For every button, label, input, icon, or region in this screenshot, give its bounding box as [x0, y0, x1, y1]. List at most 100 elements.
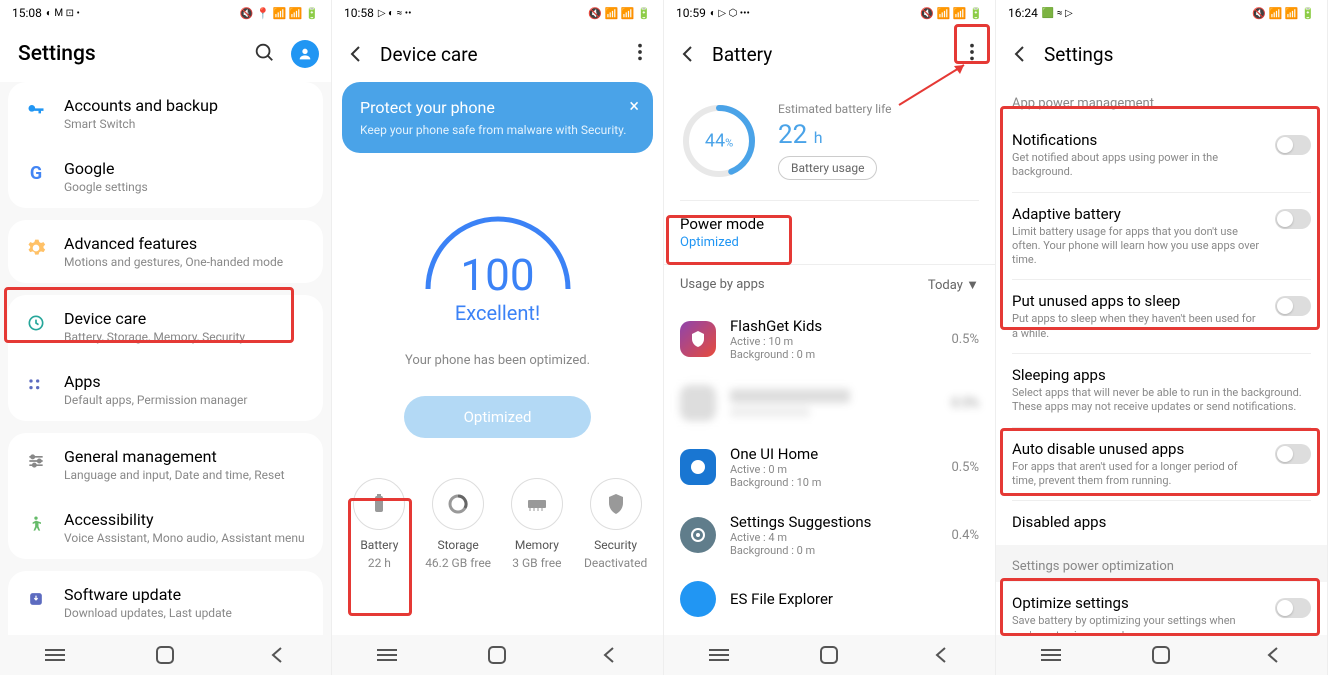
nav-bar	[996, 635, 1327, 675]
optimize-button[interactable]: Optimized	[404, 396, 592, 438]
app-icon	[680, 517, 716, 553]
nav-back[interactable]	[1260, 643, 1284, 667]
app-percent: 0.5%	[951, 396, 979, 411]
toggle-notifications[interactable]	[1275, 135, 1311, 155]
more-icon[interactable]	[629, 41, 651, 67]
nav-back[interactable]	[928, 643, 952, 667]
usage-header: Usage by apps Today ▼	[664, 265, 995, 305]
app-row-esfile[interactable]: ES File Explorer	[664, 569, 995, 629]
setting-disabled-apps[interactable]: Disabled apps	[996, 501, 1327, 545]
tile-memory[interactable]: Memory 3 GB free	[502, 478, 572, 570]
tile-battery[interactable]: Battery 22 h	[344, 478, 414, 570]
app-row-oneui[interactable]: One UI HomeActive : 0 mBackground : 10 m…	[664, 433, 995, 501]
nav-home[interactable]	[153, 643, 177, 667]
memory-icon	[511, 478, 563, 530]
tile-security[interactable]: Security Deactivated	[581, 478, 651, 570]
banner-text: Keep your phone safe from malware with S…	[360, 123, 635, 137]
item-title: Accessibility	[64, 510, 307, 529]
app-row-flashget[interactable]: FlashGet KidsActive : 10 mBackground : 0…	[664, 305, 995, 373]
care-tiles: Battery 22 h Storage 46.2 GB free Memory…	[332, 468, 663, 580]
app-active: Active : 10 m	[730, 335, 937, 348]
row-title: Optimize settings	[1012, 594, 1263, 612]
status-icons-right: 🔇 📶 📶 🔋	[588, 7, 651, 20]
item-title: Google	[64, 159, 307, 178]
page-title: Settings	[18, 42, 253, 66]
toggle-autodisable[interactable]	[1275, 444, 1311, 464]
app-active: Active : 4 m	[730, 531, 937, 544]
score-area: 100 Excellent! Your phone has been optim…	[332, 169, 663, 448]
toggle-optimize[interactable]	[1275, 598, 1311, 618]
status-icons-left: ◐ ▷ ⬡ •••	[710, 8, 750, 19]
app-name: One UI Home	[730, 445, 937, 463]
settings-item-software[interactable]: Software updateDownload updates, Last up…	[8, 571, 323, 634]
search-icon[interactable]	[253, 41, 275, 67]
settings-item-devicecare[interactable]: Device careBattery, Storage, Memory, Sec…	[8, 295, 323, 358]
item-sub: Language and input, Date and time, Reset	[64, 468, 307, 482]
tile-label: Security	[581, 538, 651, 552]
setting-notifications[interactable]: NotificationsGet notified about apps usi…	[996, 119, 1327, 192]
nav-back[interactable]	[264, 643, 288, 667]
setting-autodisable[interactable]: Auto disable unused appsFor apps that ar…	[996, 428, 1327, 501]
nav-home[interactable]	[1149, 643, 1173, 667]
back-button[interactable]	[1008, 42, 1032, 66]
nav-recents[interactable]	[1039, 643, 1063, 667]
tile-value: Deactivated	[581, 556, 651, 570]
page-title: Settings	[1044, 43, 1315, 66]
settings-item-accounts[interactable]: Accounts and backup Smart Switch	[8, 82, 323, 145]
status-bar: 10:59 ◐ ▷ ⬡ ••• 🔇 📶 📶 🔋	[664, 0, 995, 26]
row-sub: Put apps to sleep when they haven't been…	[1012, 312, 1263, 341]
app-active: Active : 0 m	[730, 463, 937, 476]
power-mode-row[interactable]: Power mode Optimized	[664, 201, 995, 265]
power-mode-value: Optimized	[680, 235, 979, 250]
close-icon[interactable]: ×	[629, 96, 639, 117]
app-icon	[680, 449, 716, 485]
toggle-adaptive[interactable]	[1275, 209, 1311, 229]
storage-icon	[432, 478, 484, 530]
tile-value: 22 h	[344, 556, 414, 570]
settings-item-google[interactable]: G GoogleGoogle settings	[8, 145, 323, 208]
update-icon	[24, 587, 48, 611]
tile-storage[interactable]: Storage 46.2 GB free	[423, 478, 493, 570]
score-arc	[408, 199, 588, 289]
back-button[interactable]	[344, 42, 368, 66]
security-banner[interactable]: Protect your phone Keep your phone safe …	[342, 82, 653, 153]
settings-item-apps[interactable]: AppsDefault apps, Permission manager	[8, 358, 323, 421]
setting-sleeping-apps[interactable]: Sleeping appsSelect apps that will never…	[996, 354, 1327, 427]
back-button[interactable]	[676, 42, 700, 66]
app-icon	[680, 321, 716, 357]
screen-battery: 10:59 ◐ ▷ ⬡ ••• 🔇 📶 📶 🔋 Battery 44% Esti…	[664, 0, 996, 675]
status-time: 16:24	[1008, 6, 1038, 20]
app-row-suggestions[interactable]: Settings SuggestionsActive : 4 mBackgrou…	[664, 501, 995, 569]
nav-home[interactable]	[817, 643, 841, 667]
battery-usage-button[interactable]: Battery usage	[778, 156, 877, 180]
nav-recents[interactable]	[43, 643, 67, 667]
row-sub: Save battery by optimizing your settings…	[1012, 614, 1263, 635]
power-mode-title: Power mode	[680, 215, 979, 233]
battery-icon	[353, 478, 405, 530]
tile-value: 3 GB free	[502, 556, 572, 570]
app-name: ES File Explorer	[730, 590, 979, 608]
setting-optimize[interactable]: Optimize settings Save battery by optimiz…	[996, 582, 1327, 635]
nav-home[interactable]	[485, 643, 509, 667]
nav-back[interactable]	[596, 643, 620, 667]
toggle-sleep[interactable]	[1275, 296, 1311, 316]
nav-recents[interactable]	[375, 643, 399, 667]
key-icon	[24, 98, 48, 122]
item-sub: Smart Switch	[64, 117, 307, 131]
item-title: Accounts and backup	[64, 96, 307, 115]
nav-bar	[664, 635, 995, 675]
status-bar: 15:08 ◐ M ⊡ • 🔇 📍 📶 📶 🔋	[0, 0, 331, 26]
settings-item-general[interactable]: General managementLanguage and input, Da…	[8, 433, 323, 496]
sliders-icon	[24, 449, 48, 473]
app-row-hidden[interactable]: 0.5%	[664, 373, 995, 433]
settings-item-accessibility[interactable]: AccessibilityVoice Assistant, Mono audio…	[8, 496, 323, 559]
setting-sleep[interactable]: Put unused apps to sleepPut apps to slee…	[996, 280, 1327, 353]
nav-recents[interactable]	[707, 643, 731, 667]
item-title: Advanced features	[64, 234, 307, 253]
avatar[interactable]	[291, 40, 319, 68]
status-icons-left: ◐ M ⊡ •	[46, 8, 80, 19]
today-dropdown[interactable]: Today ▼	[928, 277, 979, 293]
status-bar: 10:58 ▷ ◐ ≈ •• 🔇 📶 📶 🔋	[332, 0, 663, 26]
setting-adaptive[interactable]: Adaptive batteryLimit battery usage for …	[996, 193, 1327, 280]
settings-item-advanced[interactable]: Advanced featuresMotions and gestures, O…	[8, 220, 323, 283]
